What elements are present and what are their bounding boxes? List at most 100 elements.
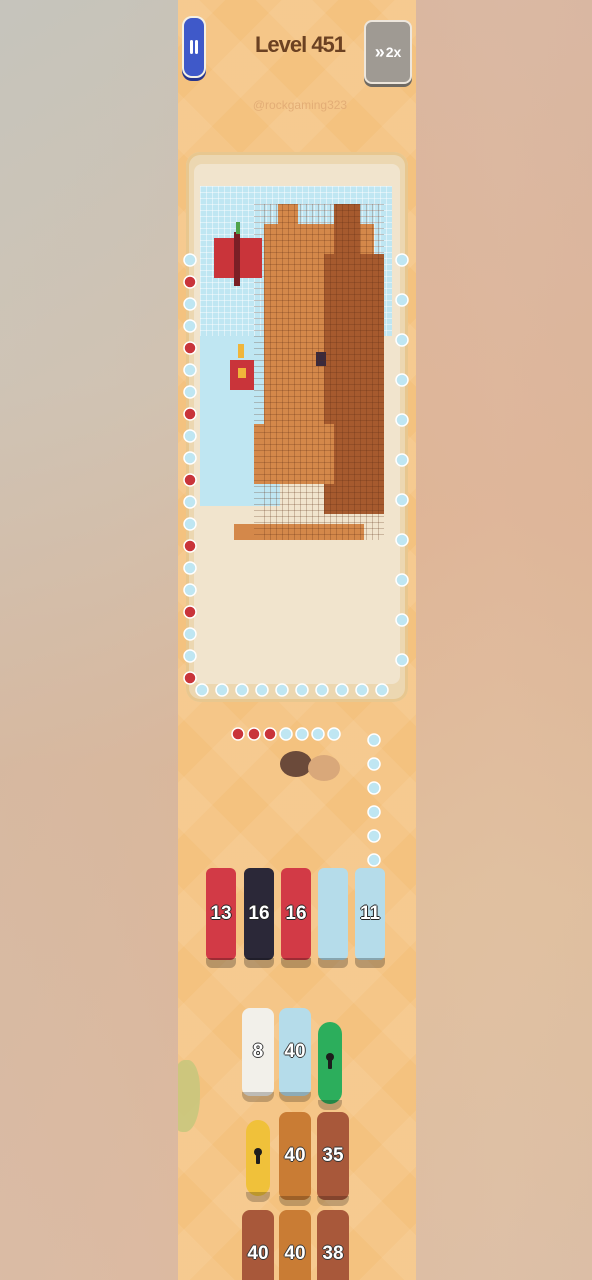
pause-icon (190, 40, 193, 54)
tray-count: 35 (322, 1145, 344, 1166)
grid-line (254, 270, 384, 271)
pause-button[interactable] (182, 16, 206, 78)
grid-line (254, 510, 384, 511)
grid-line (254, 276, 384, 277)
grid-line (254, 456, 384, 457)
tray-white[interactable]: 8 (242, 1008, 274, 1102)
tray-orange-2[interactable]: 40 (279, 1210, 311, 1280)
tray-count: 8 (252, 1041, 264, 1062)
grid-line (254, 504, 384, 505)
grid-line (254, 330, 384, 331)
tray-count: 40 (284, 1041, 306, 1062)
butterfly-body (234, 232, 240, 286)
slot-count: 16 (285, 903, 307, 924)
tray-orange-1[interactable]: 40 (279, 1112, 311, 1206)
game-screen: Level 451 @rockgaming323 » 2x 13 16 16 1… (178, 0, 416, 1280)
grid-line (254, 378, 384, 379)
grid-line (254, 306, 384, 307)
grid-line (254, 282, 384, 283)
flower-center (238, 368, 246, 378)
tray-yellow-locked[interactable] (246, 1120, 270, 1202)
grid-line (254, 438, 384, 439)
speed-button[interactable]: » 2x (364, 20, 412, 84)
grid-line (254, 258, 384, 259)
slot-red-1[interactable]: 13 (206, 868, 236, 968)
grid-line (254, 480, 384, 481)
ant-token (367, 853, 381, 867)
slot-count: 13 (210, 903, 232, 924)
grid-line (254, 264, 384, 265)
grid-line (254, 372, 384, 373)
grid-line (254, 402, 384, 403)
ant-token (311, 727, 325, 741)
grid-line (254, 492, 384, 493)
grid-line (254, 324, 384, 325)
slot-red-2[interactable]: 16 (281, 868, 311, 968)
slot-ice[interactable]: 11 (355, 868, 385, 968)
tray-ice[interactable]: 40 (279, 1008, 311, 1102)
slot-navy[interactable]: 16 (244, 868, 274, 968)
board-paper (194, 164, 400, 684)
flower-bud (238, 344, 244, 358)
grid-line (254, 522, 384, 523)
grid-line (254, 486, 384, 487)
pause-icon-bar (195, 40, 198, 54)
grid-line (254, 498, 384, 499)
grid-line (254, 300, 384, 301)
grid-line (200, 198, 392, 199)
leaf-decoration (178, 1060, 200, 1132)
tray-brown-1[interactable]: 35 (317, 1112, 349, 1206)
grid-line (254, 354, 384, 355)
tray-count: 40 (284, 1145, 306, 1166)
grid-line (254, 222, 384, 223)
ant-token (247, 727, 261, 741)
grid-line (254, 234, 384, 235)
grid-line (254, 342, 384, 343)
grid-line (254, 516, 384, 517)
puzzle-board (186, 152, 408, 702)
right-blur-backdrop (416, 0, 592, 1280)
grid-line (254, 390, 384, 391)
grid-line (254, 420, 384, 421)
tray-count: 40 (284, 1243, 306, 1264)
left-blur-backdrop (0, 0, 178, 1280)
butterfly-antenna (236, 222, 240, 234)
grid-line (254, 528, 384, 529)
ant-token (367, 829, 381, 843)
grid-line (254, 366, 384, 367)
grid-line (254, 336, 384, 337)
grid-line (254, 246, 384, 247)
slot-ice-feeding[interactable] (318, 868, 348, 968)
grid-line (254, 210, 384, 211)
grid-line (254, 396, 384, 397)
grid-line (254, 348, 384, 349)
tray-brown-2[interactable]: 40 (242, 1210, 274, 1280)
grid-line (254, 204, 384, 205)
pixel-art-canvas (200, 186, 392, 540)
ant-token (279, 727, 293, 741)
grid-line (254, 432, 384, 433)
slot-count: 16 (248, 903, 270, 924)
grid-line (254, 360, 384, 361)
ant-token (295, 727, 309, 741)
ant-token (367, 733, 381, 747)
grid-line (254, 534, 384, 535)
grid-line (254, 216, 384, 217)
tray-green-locked[interactable] (318, 1022, 342, 1110)
tray-brown-3[interactable]: 38 (317, 1210, 349, 1280)
grid-line (254, 312, 384, 313)
grid-line (200, 186, 392, 187)
fast-forward-icon: » (374, 41, 385, 62)
butterfly-wing-left (214, 238, 236, 278)
rabbit-base (234, 524, 364, 540)
butterfly-wing-right (240, 238, 262, 278)
grid-line (254, 414, 384, 415)
grid-line (200, 192, 392, 193)
slot-count: 11 (359, 903, 381, 924)
ant-token (367, 805, 381, 819)
tray-count: 40 (247, 1243, 269, 1264)
keyhole-icon (251, 1148, 265, 1168)
grid-line (206, 186, 207, 336)
grid-line (254, 474, 384, 475)
grid-line (254, 468, 384, 469)
